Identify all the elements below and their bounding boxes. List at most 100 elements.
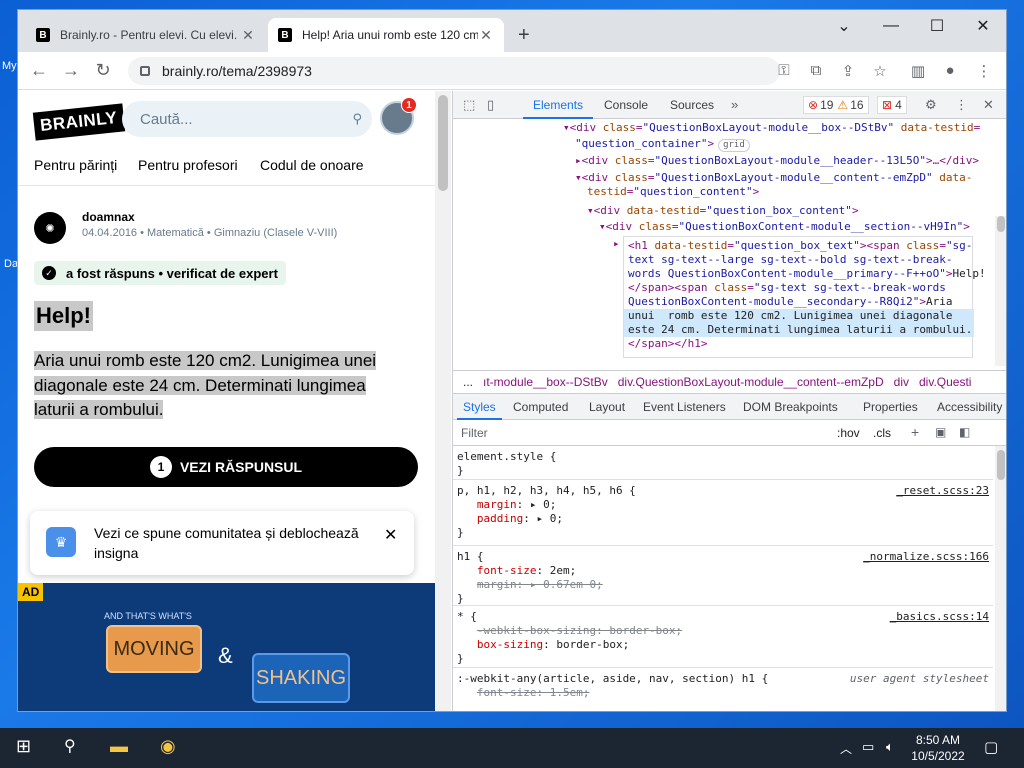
dom-node[interactable]: ▾<div data-testid="question_box_content"… bbox=[587, 204, 859, 218]
page-scrollbar[interactable] bbox=[435, 91, 451, 711]
author-avatar[interactable]: ✺ bbox=[34, 212, 66, 244]
new-rule-icon[interactable]: + bbox=[911, 424, 919, 440]
brainly-logo[interactable]: BRAINLY bbox=[32, 103, 125, 141]
tray-chevron-icon[interactable]: ︿ bbox=[840, 740, 852, 757]
filter-input[interactable]: Filter bbox=[461, 426, 488, 440]
dom-node[interactable]: "question_container"> grid bbox=[575, 137, 750, 152]
lock-icon[interactable] bbox=[140, 66, 150, 76]
subtab-dom-breakpoints[interactable]: DOM Breakpoints bbox=[743, 400, 838, 414]
hov-toggle[interactable]: :hov bbox=[837, 426, 860, 440]
close-toast-icon[interactable]: ✕ bbox=[384, 525, 397, 545]
subtab-accessibility[interactable]: Accessibility bbox=[937, 400, 1002, 414]
desktop-label[interactable]: Da bbox=[4, 258, 18, 270]
style-rule[interactable]: * { _basics.scss:14 -webkit-box-sizing: … bbox=[453, 606, 993, 668]
issues-counter[interactable]: ⊠ 4 bbox=[877, 96, 907, 114]
cls-toggle[interactable]: .cls bbox=[873, 426, 891, 440]
volume-icon[interactable]: 🔈︎ bbox=[886, 739, 894, 755]
windows-start-icon[interactable]: ⊞ bbox=[16, 736, 31, 757]
element-state-icon[interactable]: ▣ bbox=[935, 425, 946, 439]
dom-node[interactable]: ▸ bbox=[613, 237, 620, 251]
search-icon[interactable]: ⚲ bbox=[352, 111, 362, 127]
chrome-icon[interactable]: ◉ bbox=[160, 736, 176, 757]
tab-question[interactable]: B Help! Aria unui romb este 120 cm ✕ bbox=[268, 18, 504, 52]
search-input[interactable]: Caută... ⚲ bbox=[122, 101, 372, 137]
close-tab-icon[interactable]: ✕ bbox=[240, 27, 256, 44]
styles-scrollbar[interactable] bbox=[995, 446, 1006, 711]
clock-date: 10/5/2022 bbox=[911, 749, 965, 763]
inspect-icon[interactable]: ⬚ bbox=[463, 97, 475, 113]
author-name[interactable]: doamnax bbox=[82, 210, 135, 224]
subtab-layout[interactable]: Layout bbox=[589, 400, 625, 414]
profile-icon[interactable]: ● bbox=[940, 62, 960, 79]
reload-icon[interactable]: ↻ bbox=[92, 60, 114, 81]
source-link[interactable]: _basics.scss:14 bbox=[890, 610, 989, 623]
subtab-properties[interactable]: Properties bbox=[863, 400, 918, 414]
grid-pill[interactable]: grid bbox=[718, 139, 750, 152]
breadcrumb-item[interactable]: div.QuestionBoxLayout-module__content--e… bbox=[618, 375, 884, 389]
scrollbar-thumb[interactable] bbox=[997, 450, 1005, 480]
elements-scrollbar[interactable] bbox=[995, 216, 1006, 366]
menu-parents[interactable]: Pentru părinți bbox=[34, 157, 117, 173]
back-icon[interactable]: ← bbox=[28, 60, 50, 81]
scrollbar-thumb[interactable] bbox=[997, 216, 1005, 232]
device-toggle-icon[interactable]: ▯ bbox=[487, 97, 494, 113]
clock[interactable]: 8:50 AM 10/5/2022 bbox=[906, 732, 970, 764]
tab-sources[interactable]: Sources bbox=[670, 98, 714, 112]
styles-pane[interactable]: element.style { } p, h1, h2, h3, h4, h5,… bbox=[453, 446, 1006, 711]
share-icon[interactable]: ⇪ bbox=[838, 62, 858, 80]
breadcrumb-more[interactable]: ... bbox=[463, 375, 473, 389]
subtab-computed[interactable]: Computed bbox=[513, 400, 568, 414]
dom-node[interactable]: ▾<div class="QuestionBoxLayout-module__c… bbox=[575, 171, 972, 185]
close-tab-icon[interactable]: ✕ bbox=[478, 27, 494, 44]
dom-node[interactable]: ▾<div class="QuestionBoxContent-module__… bbox=[599, 220, 970, 234]
tab-console[interactable]: Console bbox=[604, 98, 648, 112]
selected-node-editor[interactable]: <h1 data-testid="question_box_text"><spa… bbox=[623, 236, 986, 358]
forward-icon[interactable]: → bbox=[60, 60, 82, 81]
key-icon[interactable]: ⚿ bbox=[774, 62, 794, 79]
rule-line: p, h1, h2, h3, h4, h5, h6 { bbox=[457, 484, 636, 497]
breadcrumb-item[interactable]: ıt-module__box--DStBv bbox=[483, 375, 608, 389]
side-panel-icon[interactable]: ▥ bbox=[908, 62, 928, 80]
dom-node[interactable]: ▾<div class="QuestionBoxLayout-module__b… bbox=[563, 121, 980, 135]
dom-node[interactable]: testid="question_content"> bbox=[587, 185, 759, 199]
menu-kebab-icon[interactable]: ⋮ bbox=[974, 62, 994, 80]
breadcrumb-item[interactable]: div.Questi bbox=[919, 375, 971, 389]
source-link[interactable]: _normalize.scss:166 bbox=[863, 550, 989, 563]
tab-search-icon[interactable]: ⌄ bbox=[821, 10, 867, 42]
style-rule[interactable]: p, h1, h2, h3, h4, h5, h6 { _reset.scss:… bbox=[453, 480, 993, 546]
advertisement[interactable]: AD AND THAT'S WHAT'S MOVING & SHAKING bbox=[18, 583, 435, 711]
source-link[interactable]: _reset.scss:23 bbox=[896, 484, 989, 497]
desktop-label[interactable]: My bbox=[2, 60, 17, 72]
settings-gear-icon[interactable]: ⚙ bbox=[925, 97, 937, 113]
bookmark-star-icon[interactable]: ☆ bbox=[870, 62, 890, 80]
dom-node[interactable]: ▸<div class="QuestionBoxLayout-module__h… bbox=[575, 154, 979, 168]
menu-teachers[interactable]: Pentru profesori bbox=[138, 157, 238, 173]
maximize-button[interactable]: ☐ bbox=[914, 10, 960, 42]
new-tab-button[interactable]: + bbox=[518, 24, 530, 47]
close-window-button[interactable]: ✕ bbox=[960, 10, 1006, 42]
style-rule[interactable]: h1 { _normalize.scss:166 font-size: 2em;… bbox=[453, 546, 993, 606]
devtools-menu-icon[interactable]: ⋮ bbox=[955, 97, 968, 113]
network-icon[interactable]: ▭ bbox=[862, 739, 874, 755]
style-rule[interactable]: :-webkit-any(article, aside, nav, sectio… bbox=[453, 668, 993, 711]
scrollbar-thumb[interactable] bbox=[438, 95, 448, 191]
close-devtools-icon[interactable]: ✕ bbox=[983, 97, 994, 113]
notifications-icon[interactable]: ▢ bbox=[984, 738, 998, 756]
error-warning-counter[interactable]: ⊗ 19 ⚠ 16 bbox=[803, 96, 869, 114]
subtab-event-listeners[interactable]: Event Listeners bbox=[643, 400, 726, 414]
style-rule[interactable]: element.style { } bbox=[453, 446, 993, 480]
tab-brainly-home[interactable]: B Brainly.ro - Pentru elevi. Cu elevi. ✕ bbox=[26, 18, 266, 52]
address-bar[interactable]: brainly.ro/tema/2398973 bbox=[128, 57, 780, 85]
menu-honor-code[interactable]: Codul de onoare bbox=[260, 157, 364, 173]
subtab-styles[interactable]: Styles bbox=[457, 400, 502, 420]
elements-tree[interactable]: ▾<div class="QuestionBoxLayout-module__b… bbox=[453, 120, 1006, 370]
more-tabs-icon[interactable]: » bbox=[731, 97, 738, 112]
breadcrumb-item[interactable]: div bbox=[894, 375, 909, 389]
file-explorer-icon[interactable]: ▬ bbox=[110, 736, 128, 757]
translate-icon[interactable]: ⧉ bbox=[806, 62, 826, 79]
tab-elements[interactable]: Elements bbox=[522, 98, 594, 119]
minimize-button[interactable]: — bbox=[868, 10, 914, 42]
computed-sidebar-icon[interactable]: ◧ bbox=[959, 425, 970, 439]
search-icon[interactable]: ⚲ bbox=[64, 736, 76, 756]
see-answer-button[interactable]: 1 VEZI RĂSPUNSUL bbox=[34, 447, 418, 487]
